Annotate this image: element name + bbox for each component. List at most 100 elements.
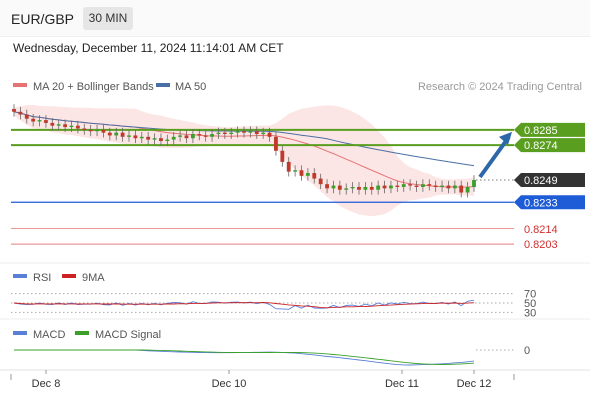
candle-body — [139, 136, 144, 139]
candle-body — [203, 135, 208, 137]
candle-body — [69, 125, 74, 128]
candle-body — [452, 185, 457, 189]
candle-body — [305, 173, 310, 176]
candle-body — [350, 186, 355, 189]
candle-body — [165, 139, 170, 141]
x-tick-label: Dec 8 — [32, 378, 61, 390]
candle-body — [210, 134, 214, 137]
candle-body — [299, 170, 304, 176]
candle-body — [414, 185, 419, 187]
legend-swatch-rsi-ma — [62, 274, 76, 278]
candle-body — [389, 185, 393, 189]
candle-body — [63, 124, 68, 128]
candle-body — [401, 184, 406, 187]
legend-swatch-ma50 — [156, 83, 170, 87]
candle-body — [261, 132, 266, 135]
candle-body — [280, 150, 285, 162]
candle-body — [420, 184, 425, 187]
candle-body — [229, 132, 234, 135]
candle-body — [114, 132, 119, 136]
candle-body — [395, 185, 400, 187]
candle-body — [318, 178, 323, 185]
candle-body — [159, 138, 163, 141]
candle-body — [274, 136, 278, 151]
candle-body — [363, 186, 368, 190]
candle-body — [120, 132, 125, 137]
chart-svg: MA 20 + Bollinger Bands MA 50 Research © 2… — [0, 81, 590, 390]
candle-body — [50, 122, 55, 126]
candle-body — [107, 132, 112, 136]
x-tick-label: Dec 12 — [457, 378, 492, 390]
candle-body — [216, 132, 221, 135]
candle-body — [178, 135, 183, 137]
candle-body — [133, 135, 138, 139]
legend-macd: MACD — [33, 329, 65, 341]
candle-body — [357, 186, 361, 190]
candle-body — [472, 180, 476, 187]
x-tick-label: Dec 11 — [385, 378, 419, 390]
source-credit: Research © 2024 Trading Central — [418, 81, 582, 93]
legend-ma20: MA 20 + Bollinger Bands — [33, 81, 154, 93]
candle-body — [37, 120, 42, 122]
candle-body — [31, 118, 36, 122]
bollinger-band — [14, 104, 474, 217]
candle-body — [190, 134, 195, 139]
macd-signal-line — [14, 349, 475, 365]
rsi-line — [13, 299, 475, 310]
candle-body — [242, 131, 246, 133]
legend-swatch-rsi — [13, 274, 27, 278]
candle-body — [254, 131, 259, 135]
legend-ma50: MA 50 — [175, 81, 206, 93]
candle-body — [88, 129, 93, 132]
candle-body — [248, 131, 253, 133]
candle-body — [82, 128, 87, 130]
legend-swatch-macd-signal — [75, 331, 89, 335]
candle-body — [235, 131, 240, 133]
candle-body — [325, 184, 329, 189]
rsi-level-label: 30 — [524, 307, 536, 319]
candle-body — [459, 185, 464, 193]
candle-body — [433, 185, 438, 187]
candle-body — [408, 184, 413, 186]
candle-body — [127, 135, 131, 137]
candle-body — [146, 136, 151, 140]
level-tag-last-price: 0.8249 — [524, 175, 558, 187]
legend-swatch-ma20 — [13, 83, 27, 87]
candle-body — [331, 185, 336, 189]
candle-body — [24, 114, 29, 119]
candle-body — [369, 186, 374, 190]
level-tag-minor-support-1: 0.8214 — [524, 224, 558, 236]
candle-body — [286, 161, 291, 172]
candle-body — [222, 132, 227, 135]
legend-macd-signal: MACD Signal — [95, 329, 161, 341]
candle-body — [184, 135, 189, 139]
candle-body — [152, 138, 157, 140]
candle-body — [440, 185, 444, 187]
candle-body — [75, 125, 80, 129]
candle-body — [95, 129, 99, 132]
candle-body — [382, 185, 387, 189]
candle-body — [344, 188, 349, 190]
candle-body — [101, 129, 106, 133]
legend-swatch-macd — [13, 331, 27, 335]
macd-zero-label: 0 — [524, 345, 530, 357]
candle-body — [267, 132, 272, 137]
candle-body — [337, 185, 342, 190]
candle-body — [427, 184, 432, 186]
forecast-arrow — [478, 135, 511, 179]
candle-body — [376, 185, 381, 190]
x-tick-label: Dec 10 — [212, 378, 247, 390]
level-tag-support: 0.8233 — [524, 197, 558, 209]
candle-body — [171, 136, 176, 140]
candle-body — [56, 124, 61, 126]
candle-body — [44, 120, 48, 123]
candle-body — [312, 173, 317, 179]
candle-body — [293, 170, 298, 172]
level-tag-resistance-2: 0.8274 — [524, 140, 558, 152]
candle-body — [18, 111, 23, 115]
legend-rsi-ma: 9MA — [82, 272, 105, 284]
level-tag-minor-support-2: 0.8203 — [524, 239, 558, 251]
legend-rsi: RSI — [33, 272, 51, 284]
candle-body — [12, 108, 16, 112]
candle-body — [446, 185, 451, 189]
